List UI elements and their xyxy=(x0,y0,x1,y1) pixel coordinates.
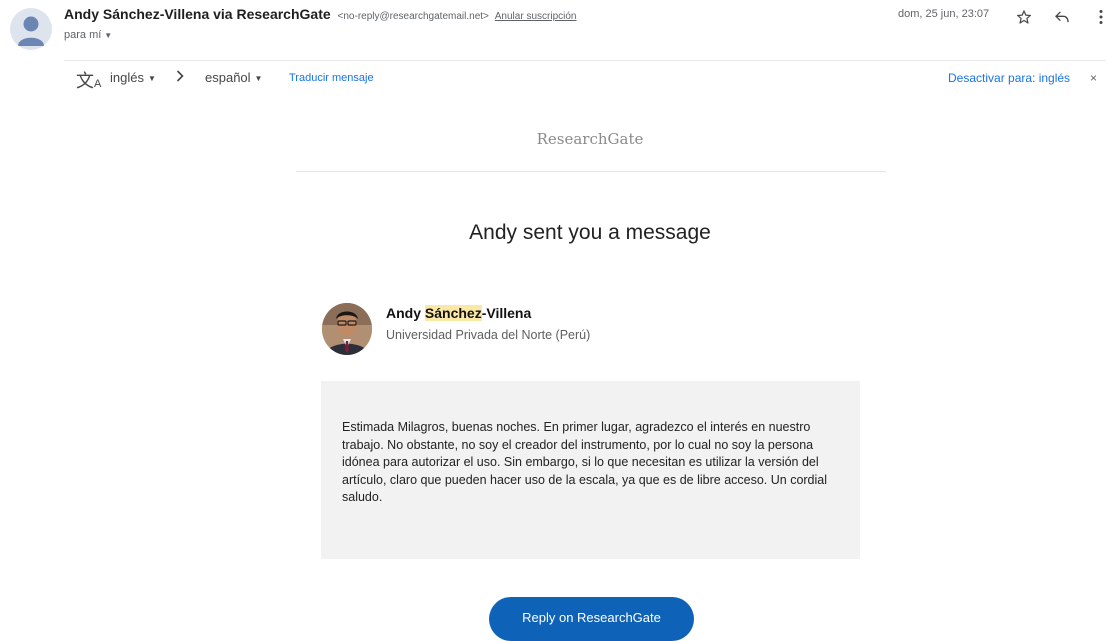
deactivate-translation-link[interactable]: Desactivar para: inglés xyxy=(948,71,1070,85)
message-date: dom, 25 jun, 23:07 xyxy=(898,8,990,20)
sender-affiliation: Universidad Privada del Norte (Perú) xyxy=(386,328,591,342)
message-box: Estimada Milagros, buenas noches. En pri… xyxy=(321,381,860,559)
sender-profile-name[interactable]: Andy Sánchez-Villena xyxy=(386,305,531,321)
name-first: Andy xyxy=(386,305,421,321)
reply-button[interactable] xyxy=(1054,10,1070,29)
name-highlighted: Sánchez xyxy=(424,305,482,321)
target-language-label: español xyxy=(205,70,251,85)
message-text: Estimada Milagros, buenas noches. En pri… xyxy=(342,420,828,505)
person-icon xyxy=(18,16,44,46)
close-icon[interactable]: × xyxy=(1090,71,1097,85)
source-language-select[interactable]: inglés ▼ xyxy=(110,70,156,85)
star-icon xyxy=(1017,10,1031,24)
sender-avatar[interactable] xyxy=(10,8,52,50)
name-rest: -Villena xyxy=(481,305,532,321)
email-headline: Andy sent you a message xyxy=(469,221,711,244)
profile-photo-image xyxy=(322,303,372,355)
star-button[interactable] xyxy=(1016,9,1032,30)
translate-icon: 文A xyxy=(76,71,102,91)
header-divider xyxy=(64,60,1106,61)
reply-icon xyxy=(1055,11,1069,23)
target-language-select[interactable]: español ▼ xyxy=(205,70,262,85)
researchgate-logo: ResearchGate xyxy=(536,130,644,148)
recipient-label: para mí xyxy=(64,29,102,41)
reply-on-researchgate-button[interactable]: Reply on ResearchGate xyxy=(489,597,694,641)
logo-divider xyxy=(296,171,886,172)
more-options-button[interactable] xyxy=(1098,9,1104,30)
recipient-details-toggle[interactable]: para mí ▼ xyxy=(64,29,112,41)
source-language-label: inglés xyxy=(110,70,144,85)
caret-down-icon: ▼ xyxy=(104,31,113,40)
caret-down-icon: ▼ xyxy=(254,74,263,83)
sender-name[interactable]: Andy Sánchez-Villena via ResearchGate xyxy=(64,6,331,22)
chevron-right-icon xyxy=(176,69,184,85)
caret-down-icon: ▼ xyxy=(147,74,156,83)
sender-profile-photo[interactable] xyxy=(322,303,372,355)
translate-message-link[interactable]: Traducir mensaje xyxy=(289,72,374,84)
unsubscribe-link[interactable]: Anular suscripción xyxy=(495,11,577,22)
sender-email: <no-reply@researchgatemail.net> xyxy=(337,11,489,22)
sender-line: Andy Sánchez-Villena via ResearchGate <n… xyxy=(64,6,576,22)
more-vert-icon xyxy=(1099,10,1103,24)
